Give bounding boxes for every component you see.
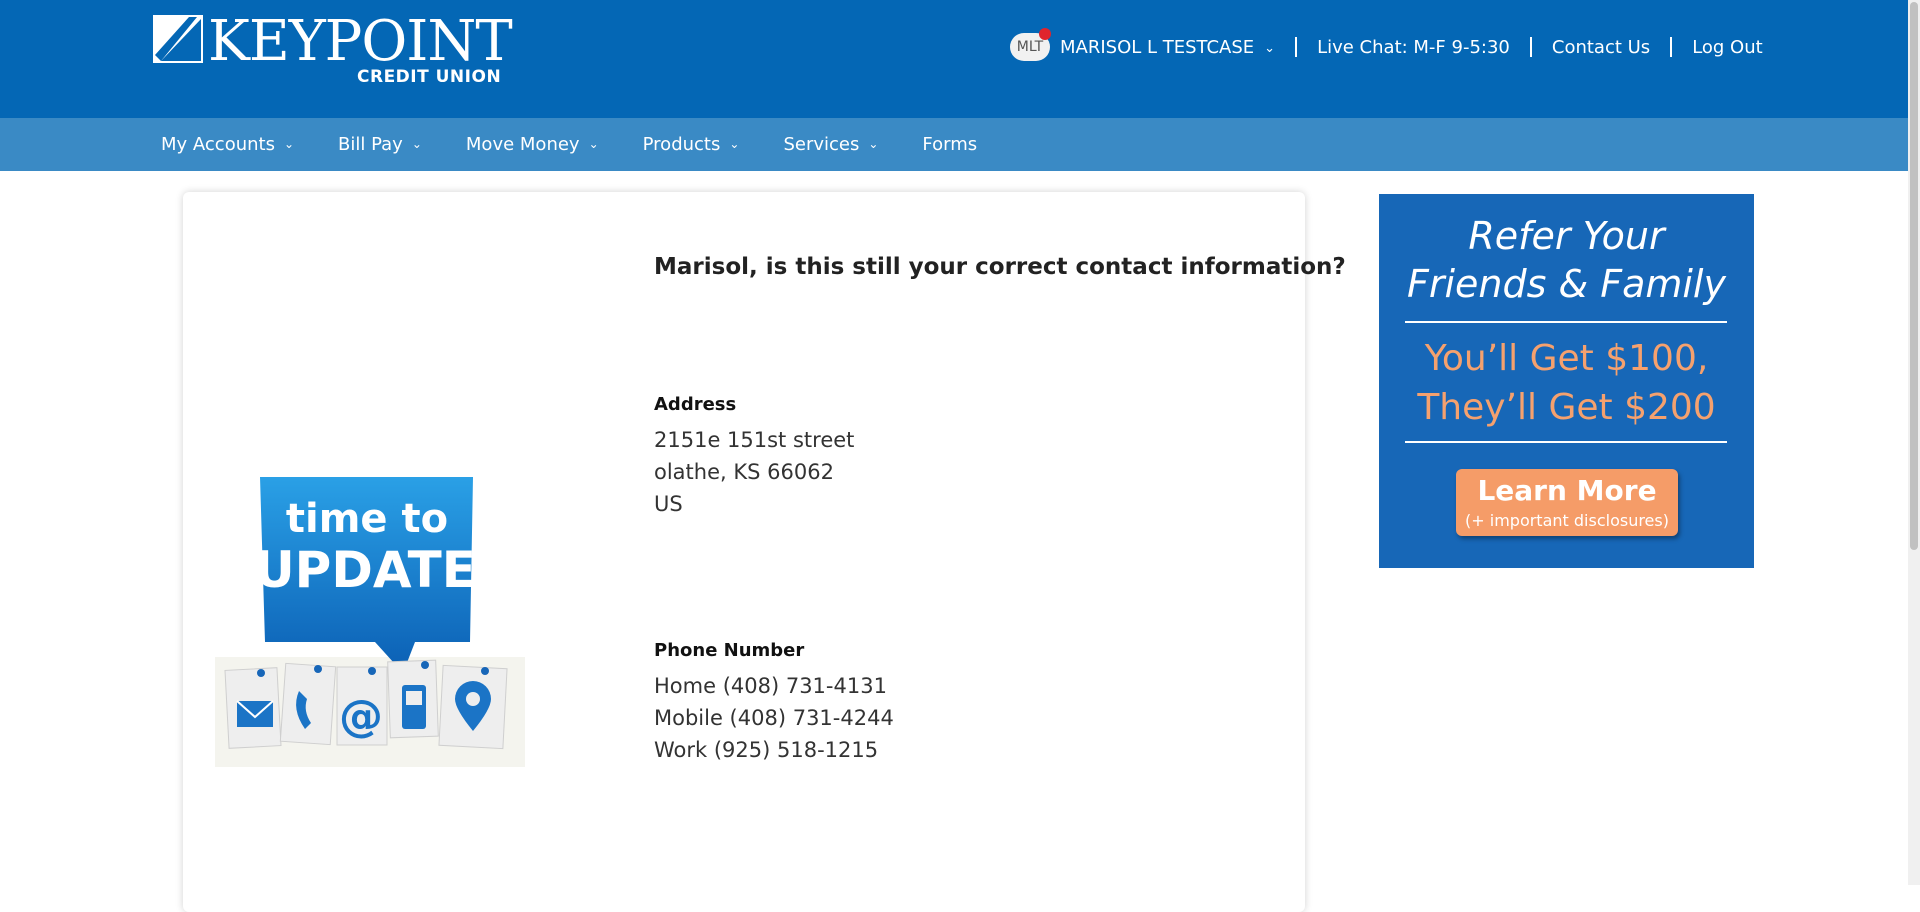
image-text-line1: time to (286, 496, 448, 542)
address-block: 2151e 151st street olathe, KS 66062 US (654, 424, 854, 520)
logo-mark-icon (153, 15, 203, 63)
ad-title-line: Refer Your (1468, 214, 1665, 258)
address-label: Address (654, 394, 737, 415)
address-line: 2151e 151st street (654, 428, 855, 452)
contact-question: Marisol, is this still your correct cont… (654, 254, 1346, 280)
disclosures-label: (+ important disclosures) (1465, 511, 1669, 530)
address-line: US (654, 492, 683, 516)
chevron-down-icon: ⌄ (283, 136, 295, 151)
nav-label: Forms (922, 134, 978, 155)
ad-title-line: Friends & Family (1407, 262, 1726, 306)
contact-info-card: time to UPDATE @ Marisol, is this still … (183, 192, 1346, 912)
phone-block: Home (408) 731-4131 Mobile (408) 731-424… (654, 670, 894, 766)
nav-label: Bill Pay (338, 134, 403, 155)
keypoint-logo[interactable]: KEYPOINT CREDIT UNION (153, 9, 523, 87)
ad-divider (1405, 321, 1727, 323)
nav-label: Products (642, 134, 721, 155)
phone-label: Phone Number (654, 640, 805, 661)
phone-line: Work (925) 518-1215 (654, 738, 879, 762)
avatar-initials: MLT (1016, 39, 1044, 55)
chevron-down-icon: ⌄ (729, 136, 740, 151)
logo-name: KEYPOINT (208, 9, 513, 74)
top-header: KEYPOINT CREDIT UNION MLT MARISOL L TEST… (0, 0, 1908, 118)
avatar[interactable]: MLT (1010, 28, 1051, 61)
nav-bill-pay[interactable]: Bill Pay ⌄ (338, 134, 422, 155)
chevron-down-icon: ⌄ (411, 136, 422, 151)
chevron-down-icon: ⌄ (868, 136, 879, 151)
notification-dot-icon (1039, 28, 1051, 40)
ad-offer-line: You’ll Get $100, (1424, 338, 1709, 379)
nav-move-money[interactable]: Move Money ⌄ (466, 134, 599, 155)
user-area: MLT MARISOL L TESTCASE ⌄ Live Chat: M-F 9… (1010, 27, 1763, 67)
nav-my-accounts[interactable]: My Accounts ⌄ (161, 134, 294, 155)
svg-text:@: @ (339, 691, 383, 742)
log-out-link[interactable]: Log Out (1692, 37, 1763, 58)
chevron-down-icon: ⌄ (588, 136, 599, 151)
learn-more-button[interactable]: Learn More (+ important disclosures) (1456, 469, 1678, 536)
user-menu[interactable]: MARISOL L TESTCASE ⌄ (1060, 37, 1275, 58)
time-to-update-image: time to UPDATE @ (215, 477, 525, 767)
scrollbar-thumb[interactable] (1910, 2, 1918, 550)
phone-line: Home (408) 731-4131 (654, 674, 887, 698)
nav-forms[interactable]: Forms (922, 134, 977, 155)
user-name: MARISOL L TESTCASE (1060, 36, 1255, 58)
divider (1529, 37, 1532, 57)
main-nav: My Accounts ⌄ Bill Pay ⌄ Move Money ⌄ Produ… (0, 118, 1908, 171)
ad-title: Refer Your Friends & Family (1379, 212, 1754, 308)
contact-us-link[interactable]: Contact Us (1552, 37, 1650, 58)
phone-line: Mobile (408) 731-4244 (654, 706, 894, 730)
live-chat-link[interactable]: Live Chat: M-F 9-5:30 (1317, 37, 1510, 58)
divider (1670, 37, 1673, 57)
logo-subtitle: CREDIT UNION (357, 67, 502, 87)
nav-services[interactable]: Services ⌄ (783, 134, 878, 155)
chevron-down-icon: ⌄ (1264, 40, 1276, 56)
contact-notes-icons: @ (224, 659, 508, 750)
nav-products[interactable]: Products ⌄ (643, 134, 740, 155)
referral-ad[interactable]: Refer Your Friends & Family You’ll Get $… (1379, 194, 1754, 568)
ad-divider (1405, 441, 1727, 443)
nav-label: Services (783, 134, 860, 155)
image-text-line2: UPDATE (254, 541, 476, 599)
nav-label: My Accounts (161, 134, 275, 155)
ad-offer: You’ll Get $100, They’ll Get $200 (1379, 334, 1754, 432)
ad-offer-line: They’ll Get $200 (1417, 387, 1716, 428)
address-line: olathe, KS 66062 (654, 460, 834, 484)
learn-more-label: Learn More (1477, 474, 1657, 507)
nav-label: Move Money (465, 134, 580, 155)
divider (1295, 37, 1298, 57)
